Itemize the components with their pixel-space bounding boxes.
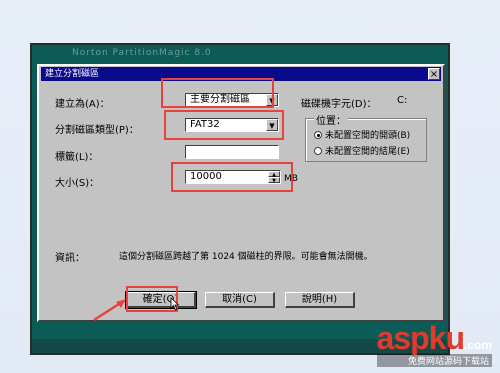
watermark-brand: aspku <box>376 320 465 356</box>
position-option-end-label: 未配置空間的結尾(E) <box>325 147 410 157</box>
radio-unselected-icon[interactable] <box>314 147 322 155</box>
cancel-button[interactable]: 取消(C) <box>205 292 275 308</box>
partition-type-value: FAT32 <box>190 119 220 130</box>
watermark: aspku.com 免费网站源码下载站 <box>376 320 492 367</box>
create-as-select[interactable]: 主要分割磁區 ▼ <box>185 93 279 107</box>
dialog-titlebar[interactable]: 建立分割磁區 × <box>41 67 441 81</box>
radio-selected-icon[interactable] <box>314 131 322 139</box>
drive-letter-label: 磁碟機字元(D)： <box>301 99 377 110</box>
help-button[interactable]: 說明(H) <box>285 292 355 308</box>
size-value: 10000 <box>190 171 222 182</box>
size-unit: MB <box>284 174 298 184</box>
partition-type-select[interactable]: FAT32 ▼ <box>185 118 279 132</box>
mouse-cursor-icon <box>170 297 180 311</box>
spin-down-icon[interactable]: ▼ <box>268 177 280 184</box>
info-message: 這個分割磁區跨越了第 1024 個磁柱的界限。可能會無法開機。 <box>119 252 373 262</box>
position-option-start-label: 未配置空間的開頭(B) <box>325 131 411 141</box>
chevron-down-icon[interactable]: ▼ <box>266 119 278 131</box>
dialog-title: 建立分割磁區 <box>45 69 100 79</box>
background-window-title: Norton PartitionMagic 8.0 <box>72 48 212 58</box>
watermark-domain: .com <box>463 338 492 352</box>
create-partition-dialog: 建立分割磁區 × 建立為(A)： 主要分割磁區 ▼ 磁碟機字元(D)： C: 分… <box>37 64 445 322</box>
volume-label-input[interactable] <box>185 145 279 159</box>
position-groupbox: 位置： 未配置空間的開頭(B) 未配置空間的結尾(E) <box>305 112 427 162</box>
size-input[interactable]: 10000 ▲ ▼ <box>185 170 281 184</box>
create-as-label: 建立為(A)： <box>55 99 110 110</box>
info-label: 資訊： <box>55 253 85 264</box>
partition-type-label: 分割磁區類型(P)： <box>55 125 139 136</box>
arrow-icon <box>93 299 126 322</box>
position-option-end[interactable]: 未配置空間的結尾(E) <box>314 144 410 157</box>
create-as-value: 主要分割磁區 <box>190 94 250 105</box>
position-option-start[interactable]: 未配置空間的開頭(B) <box>314 128 410 141</box>
position-group-title: 位置： <box>314 112 348 127</box>
ok-button[interactable]: 確定(O) <box>125 291 197 309</box>
drive-letter-value: C: <box>397 95 408 106</box>
volume-label-label: 標籤(L)： <box>55 152 99 163</box>
close-button[interactable]: × <box>428 68 440 80</box>
size-label: 大小(S)： <box>55 178 100 189</box>
chevron-down-icon[interactable]: ▼ <box>266 94 278 106</box>
